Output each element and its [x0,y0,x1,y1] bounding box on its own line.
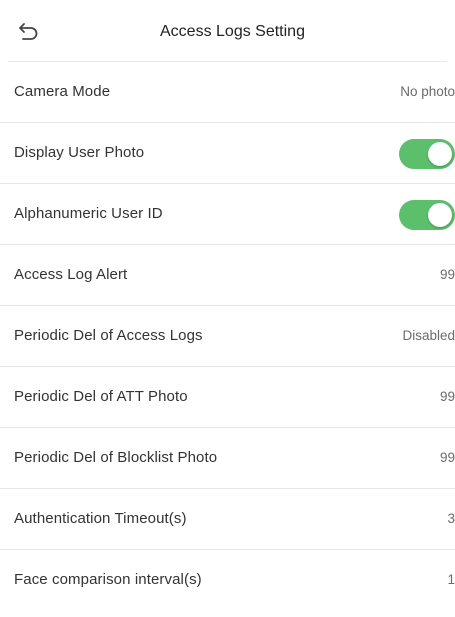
setting-row-periodic-del-access-logs[interactable]: Periodic Del of Access Logs Disabled [0,306,455,367]
alphanumeric-user-id-toggle[interactable] [399,200,455,230]
setting-label: Access Log Alert [14,266,128,283]
access-logs-setting-screen: Access Logs Setting Camera Mode No photo… [0,0,455,617]
settings-list: Camera Mode No photo Display User Photo … [0,62,455,611]
setting-label: Periodic Del of Blocklist Photo [14,449,218,466]
header-bar: Access Logs Setting [0,0,455,62]
setting-row-face-comparison-interval[interactable]: Face comparison interval(s) 1 [0,550,455,611]
toggle-knob [428,142,452,166]
display-user-photo-toggle[interactable] [399,139,455,169]
setting-row-display-user-photo[interactable]: Display User Photo [0,123,455,184]
setting-row-access-log-alert[interactable]: Access Log Alert 99 [0,245,455,306]
page-title: Access Logs Setting [160,23,305,40]
setting-label: Face comparison interval(s) [14,571,202,588]
setting-value: 99 [439,267,455,282]
toggle-knob [428,203,452,227]
setting-value: 99 [439,450,455,465]
setting-value: 99 [439,389,455,404]
setting-label: Authentication Timeout(s) [14,510,187,527]
setting-label: Periodic Del of ATT Photo [14,388,188,405]
setting-value: Disabled [402,328,455,343]
back-arrow-icon[interactable] [18,20,40,42]
setting-value: 3 [447,511,455,526]
setting-value: No photo [400,84,455,99]
setting-row-alphanumeric-user-id[interactable]: Alphanumeric User ID [0,184,455,245]
setting-row-periodic-del-att-photo[interactable]: Periodic Del of ATT Photo 99 [0,367,455,428]
setting-label: Alphanumeric User ID [14,205,163,222]
setting-label: Periodic Del of Access Logs [14,327,203,344]
setting-row-periodic-del-blocklist-photo[interactable]: Periodic Del of Blocklist Photo 99 [0,428,455,489]
setting-label: Camera Mode [14,83,111,100]
setting-row-authentication-timeout[interactable]: Authentication Timeout(s) 3 [0,489,455,550]
setting-label: Display User Photo [14,144,145,161]
setting-row-camera-mode[interactable]: Camera Mode No photo [0,62,455,123]
setting-value: 1 [447,572,455,587]
